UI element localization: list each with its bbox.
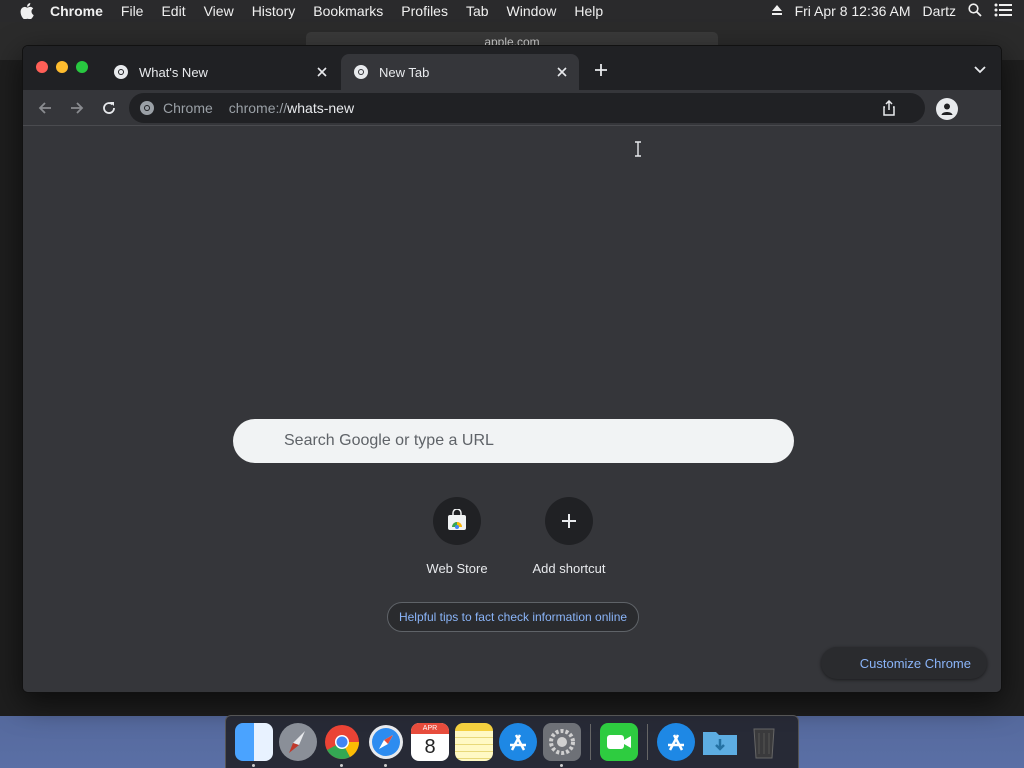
- reload-icon[interactable]: [99, 98, 119, 118]
- dock-trash-icon[interactable]: [745, 723, 783, 761]
- site-chip[interactable]: Chrome: [163, 100, 213, 116]
- new-tab-button[interactable]: [591, 60, 611, 80]
- menu-edit[interactable]: Edit: [161, 3, 185, 19]
- menu-history[interactable]: History: [252, 3, 296, 19]
- dock-notes-icon[interactable]: [455, 723, 493, 761]
- spotlight-search-icon[interactable]: [968, 2, 982, 20]
- plus-icon: [545, 497, 593, 545]
- chrome-window: What's New New Tab Chrome chrome:// what…: [22, 45, 1002, 693]
- dock-separator: [647, 724, 648, 760]
- dock-finder-icon[interactable]: [235, 723, 273, 767]
- tab-search-chevron-down-icon[interactable]: [971, 61, 989, 79]
- menu-clock[interactable]: Fri Apr 8 12:36 AM: [795, 3, 911, 19]
- fact-check-tips-link[interactable]: Helpful tips to fact check information o…: [387, 602, 639, 632]
- dock-facetime-icon[interactable]: [600, 723, 638, 761]
- dock: APR 8: [225, 715, 799, 768]
- menu-bar-status-area: Fri Apr 8 12:36 AM Dartz: [771, 0, 1024, 22]
- text-cursor-icon: [635, 141, 641, 157]
- chrome-favicon-icon: [354, 65, 368, 79]
- menu-view[interactable]: View: [204, 3, 234, 19]
- url-scheme: chrome://: [228, 100, 288, 116]
- chrome-site-icon: [140, 101, 154, 115]
- dock-app-store-2-icon[interactable]: [657, 723, 695, 761]
- calendar-day: 8: [424, 736, 436, 758]
- tab-close-icon[interactable]: [313, 63, 331, 81]
- menu-user[interactable]: Dartz: [923, 3, 956, 19]
- shortcut-web-store[interactable]: Web Store: [401, 497, 513, 587]
- dock-downloads-folder-icon[interactable]: [701, 723, 739, 761]
- apple-menu-icon[interactable]: [18, 2, 36, 20]
- address-bar[interactable]: Chrome chrome:// whats-new: [129, 93, 925, 123]
- browser-toolbar: Chrome chrome:// whats-new: [23, 90, 1001, 126]
- menu-bar: Chrome File Edit View History Bookmarks …: [0, 0, 1024, 22]
- dock-calendar-icon[interactable]: APR 8: [411, 723, 449, 761]
- forward-arrow-icon[interactable]: [67, 98, 87, 118]
- menu-profiles[interactable]: Profiles: [401, 3, 448, 19]
- close-window-button[interactable]: [36, 61, 48, 73]
- chrome-favicon-icon: [114, 65, 128, 79]
- menu-bookmarks[interactable]: Bookmarks: [313, 3, 383, 19]
- tab-close-icon[interactable]: [553, 63, 571, 81]
- share-icon[interactable]: [881, 100, 897, 116]
- dock-app-store-icon[interactable]: [499, 723, 537, 761]
- calendar-month: APR: [411, 723, 449, 734]
- menu-tab[interactable]: Tab: [466, 3, 489, 19]
- tab-label: What's New: [139, 64, 208, 80]
- menu-file[interactable]: File: [121, 3, 144, 19]
- back-arrow-icon[interactable]: [35, 98, 55, 118]
- menu-app-chrome[interactable]: Chrome: [50, 3, 103, 19]
- google-search-input[interactable]: [233, 419, 794, 463]
- notification-center-icon[interactable]: [994, 3, 1012, 20]
- dock-launchpad-icon[interactable]: [279, 723, 317, 761]
- shortcut-add[interactable]: Add shortcut: [513, 497, 625, 587]
- zoom-window-button[interactable]: [76, 61, 88, 73]
- eject-icon[interactable]: [771, 3, 783, 19]
- new-tab-page: Web Store Add shortcut Helpful tips to f…: [23, 126, 1001, 692]
- menu-help[interactable]: Help: [574, 3, 603, 19]
- tab-new-tab[interactable]: New Tab: [341, 54, 579, 90]
- shortcut-label: Add shortcut: [532, 561, 606, 576]
- tab-whats-new[interactable]: What's New: [101, 54, 339, 90]
- minimize-window-button[interactable]: [56, 61, 68, 73]
- dock-separator: [590, 724, 591, 760]
- dock-chrome-icon[interactable]: [323, 723, 361, 767]
- shortcut-label: Web Store: [426, 561, 488, 576]
- web-store-icon: [433, 497, 481, 545]
- tab-strip: What's New New Tab: [23, 46, 1001, 90]
- dock-system-preferences-icon[interactable]: [543, 723, 581, 767]
- dock-safari-icon[interactable]: [367, 723, 405, 767]
- menu-window[interactable]: Window: [507, 3, 557, 19]
- tab-label: New Tab: [379, 64, 430, 80]
- url-path: whats-new: [287, 100, 355, 116]
- profile-avatar-icon[interactable]: [936, 98, 958, 120]
- customize-chrome-button[interactable]: Customize Chrome: [821, 647, 987, 679]
